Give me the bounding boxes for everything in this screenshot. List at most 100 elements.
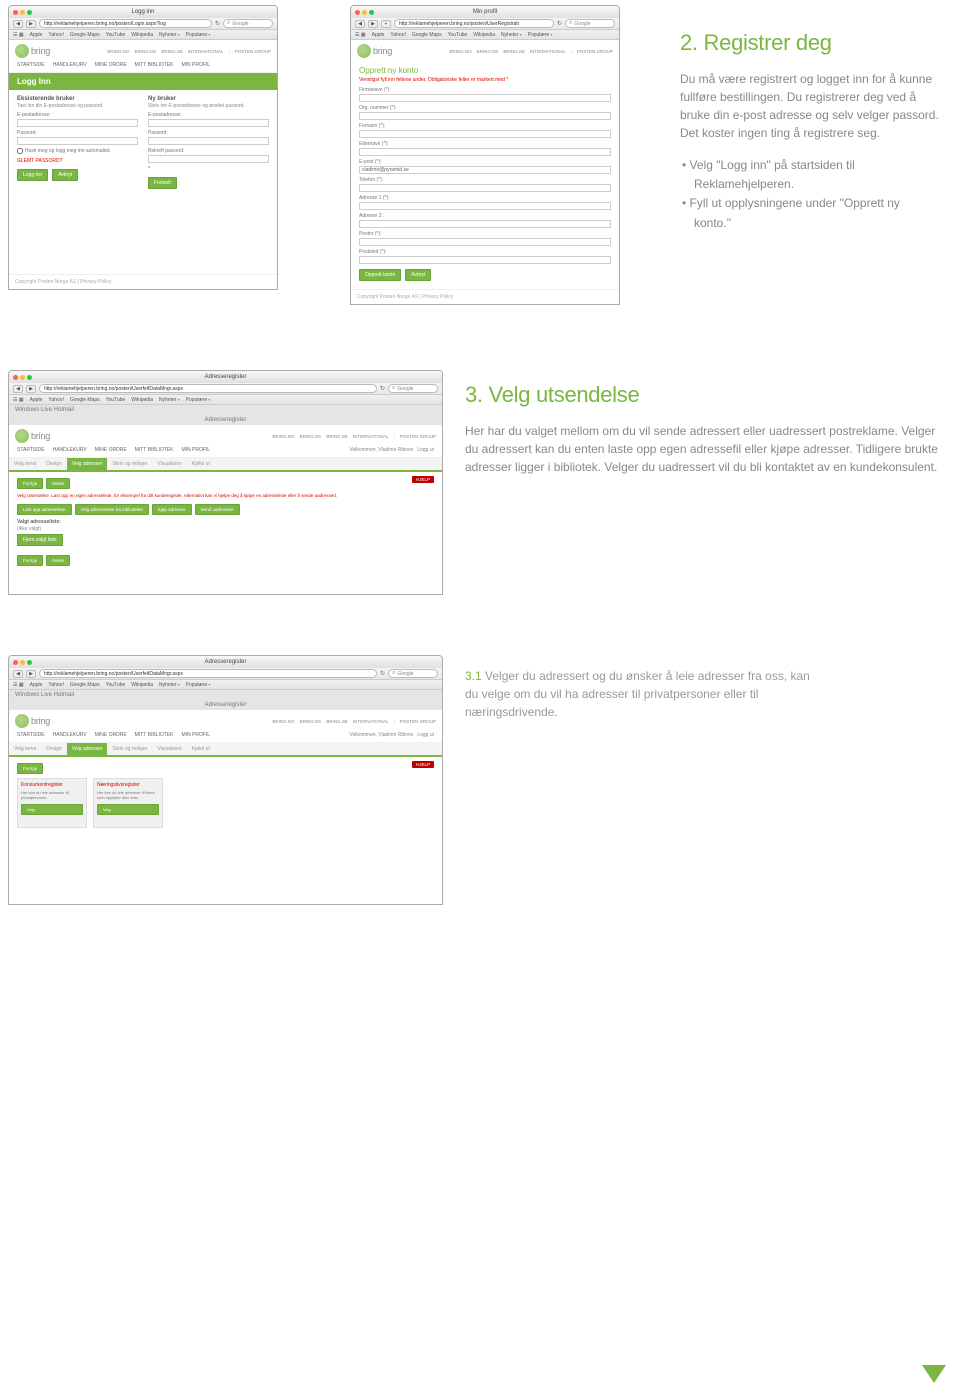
nav-ordre[interactable]: MINE ORDRE [95, 62, 127, 68]
bookmark-gmaps[interactable]: Google Maps [412, 32, 442, 38]
bookmark-populaere[interactable]: Populære [186, 32, 211, 38]
bookmark-youtube[interactable]: YouTube [448, 32, 468, 38]
adresse2-field[interactable] [359, 220, 611, 228]
adresse1-field[interactable] [359, 202, 611, 210]
forward-icon[interactable]: ▶ [26, 670, 36, 678]
link-bring-no[interactable]: BRING.NO [107, 49, 129, 54]
wizard-tab-6[interactable]: Kjøkk ut [187, 743, 215, 755]
url-field[interactable]: http://reklamehjelperen.bring.no/posten/… [394, 19, 554, 28]
nav-profil[interactable]: MIN PROFIL [181, 732, 210, 738]
wizard-tab-4[interactable]: Skriv og rediger [107, 743, 152, 755]
forward-icon[interactable]: ▶ [26, 385, 36, 393]
bookmark-wikipedia[interactable]: Wikipedia [131, 32, 153, 38]
link-international[interactable]: INTERNATIONAL [353, 719, 389, 724]
nav-handlekurv[interactable]: HANDLEKURV [53, 62, 87, 68]
login-button[interactable]: Logg inn [17, 169, 48, 181]
next-button[interactable]: Neste [46, 478, 70, 489]
search-field[interactable]: Google [223, 19, 273, 28]
link-bring-se[interactable]: BRING.SE [161, 49, 183, 54]
confirm-password-field[interactable] [148, 155, 269, 163]
minimize-icon[interactable] [20, 375, 25, 380]
prev-button[interactable]: Forrige [17, 763, 43, 774]
login-email-field[interactable] [17, 119, 138, 127]
link-bring-dk[interactable]: BRING.DK [300, 434, 322, 439]
postnr-field[interactable] [359, 238, 611, 246]
url-field[interactable]: http://reklamehjelperen.bring.no/posten/… [39, 19, 212, 28]
bookmark-youtube[interactable]: YouTube [106, 397, 126, 403]
new-email-field[interactable] [148, 119, 269, 127]
wizard-tab-5[interactable]: Visualisere [152, 743, 186, 755]
link-bring-dk[interactable]: BRING.DK [300, 719, 322, 724]
link-posten-group[interactable]: POSTEN GROUP [577, 49, 613, 54]
send-unaddressed-button[interactable]: Send uadressert [195, 504, 240, 515]
search-field[interactable]: Google [388, 384, 438, 393]
link-bring-dk[interactable]: BRING.DK [135, 49, 157, 54]
upload-list-button[interactable]: Last opp adresseliste [17, 504, 72, 515]
nav-ordre[interactable]: MINE ORDRE [95, 732, 127, 738]
back-icon[interactable]: ◀ [13, 670, 23, 678]
url-field[interactable]: http://reklamehjelperen.bring.no/posten/… [39, 669, 377, 678]
logout-link[interactable]: Logg ut [417, 447, 434, 453]
prev-button-2[interactable]: Forrige [17, 555, 43, 566]
refresh-icon[interactable]: ↻ [557, 20, 562, 27]
bookmark-populaere[interactable]: Populære [186, 397, 211, 403]
bookmark-apple[interactable]: Apple [372, 32, 385, 38]
login-password-field[interactable] [17, 137, 138, 145]
link-bring-se[interactable]: BRING.SE [326, 719, 348, 724]
link-posten-group[interactable]: POSTEN GROUP [400, 719, 436, 724]
minimize-icon[interactable] [20, 660, 25, 665]
cancel-button[interactable]: Avbryt [405, 269, 431, 281]
minimize-icon[interactable] [20, 10, 25, 15]
nav-bibliotek[interactable]: MITT BIBLIOTEK [135, 732, 174, 738]
close-icon[interactable] [13, 375, 18, 380]
forward-icon[interactable]: ▶ [26, 20, 36, 28]
wizard-tab-3[interactable]: Velg adresser [67, 458, 108, 470]
epost-field[interactable] [359, 166, 611, 174]
wizard-tab-4[interactable]: Skriv og rediger [107, 458, 152, 470]
wizard-tab-2[interactable]: Design [41, 743, 67, 755]
help-button[interactable]: HJELP [412, 761, 434, 768]
back-icon[interactable]: ◀ [13, 20, 23, 28]
link-bring-se[interactable]: BRING.SE [503, 49, 525, 54]
next-button-2[interactable]: Neste [46, 555, 70, 566]
refresh-icon[interactable]: ↻ [380, 385, 385, 392]
back-icon[interactable]: ◀ [355, 20, 365, 28]
buy-addresses-button[interactable]: Kjøp adresser [152, 504, 192, 515]
nav-profil[interactable]: MIN PROFIL [181, 447, 210, 453]
link-bring-se[interactable]: BRING.SE [326, 434, 348, 439]
bookmark-yahoo[interactable]: Yahoo! [48, 32, 63, 38]
zoom-icon[interactable] [27, 10, 32, 15]
wizard-tab-5[interactable]: Visualisere [152, 458, 186, 470]
bookmark-nyheter[interactable]: Nyheter [159, 397, 180, 403]
link-posten-group[interactable]: POSTEN GROUP [235, 49, 271, 54]
bookmark-youtube[interactable]: YouTube [106, 32, 126, 38]
bookmark-nyheter[interactable]: Nyheter [159, 682, 180, 688]
link-posten-group[interactable]: POSTEN GROUP [400, 434, 436, 439]
wizard-tab-2[interactable]: Design [41, 458, 67, 470]
bookmark-wikipedia[interactable]: Wikipedia [473, 32, 495, 38]
back-icon[interactable]: ◀ [13, 385, 23, 393]
bookmark-populaere[interactable]: Populære [186, 682, 211, 688]
nav-startside[interactable]: STARTSIDE [17, 447, 45, 453]
close-icon[interactable] [355, 10, 360, 15]
wizard-tab-6[interactable]: Kjøkk ut [187, 458, 215, 470]
bookmark-yahoo[interactable]: Yahoo! [390, 32, 405, 38]
forward-icon[interactable]: ▶ [368, 20, 378, 28]
bookmark-menu-icon[interactable]: ☰ ▦ [13, 32, 24, 38]
bookmark-apple[interactable]: Apple [30, 32, 43, 38]
link-bring-no[interactable]: BRING.NO [449, 49, 471, 54]
link-international[interactable]: INTERNATIONAL [530, 49, 566, 54]
link-international[interactable]: INTERNATIONAL [353, 434, 389, 439]
logout-link[interactable]: Logg ut [417, 732, 434, 738]
fornavn-field[interactable] [359, 130, 611, 138]
poststed-field[interactable] [359, 256, 611, 264]
nav-profil[interactable]: MIN PROFIL [181, 62, 210, 68]
org-field[interactable] [359, 112, 611, 120]
search-field[interactable]: Google [565, 19, 615, 28]
firma-field[interactable] [359, 94, 611, 102]
remove-list-button[interactable]: Fjern valgt liste [17, 534, 63, 546]
bookmark-gmaps[interactable]: Google Maps [70, 397, 100, 403]
close-icon[interactable] [13, 10, 18, 15]
refresh-icon[interactable]: ↻ [380, 670, 385, 677]
remember-checkbox-input[interactable] [17, 148, 23, 154]
